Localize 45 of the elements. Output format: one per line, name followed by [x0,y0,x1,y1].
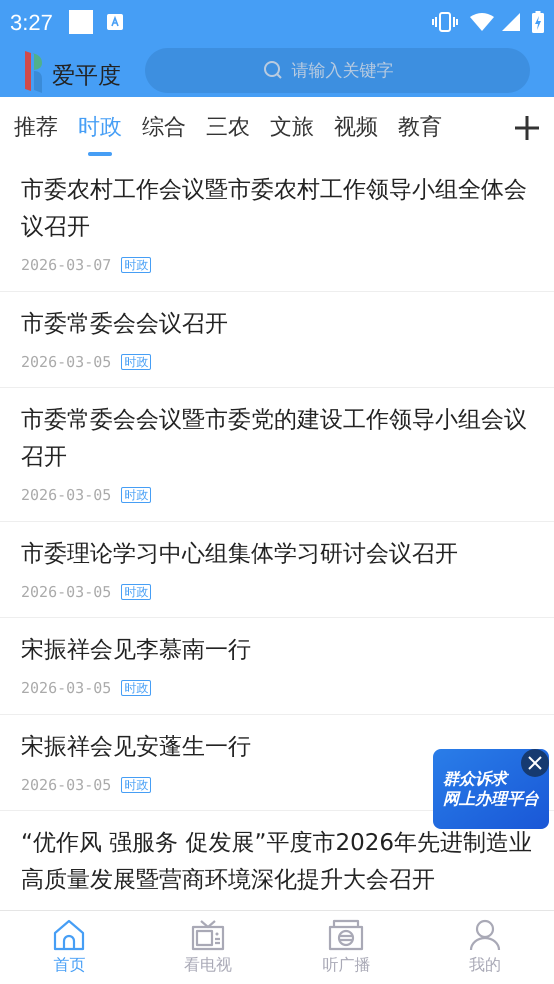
search-field[interactable]: 请输入关键字 [145,48,530,93]
tv-icon [190,918,225,950]
add-icon[interactable] [514,114,540,140]
logo-icon [24,48,44,92]
category-tag: 时政 [121,257,152,274]
category-tab[interactable]: 文旅 [270,97,314,158]
keyboard-icon [106,14,123,30]
article-date: 2026-03-05 [21,678,112,699]
article-date: 2026-03-05 [21,582,112,602]
user-icon [468,918,502,950]
wifi-icon [470,13,494,31]
category-tab[interactable]: 视频 [334,97,378,158]
category-tab[interactable]: 推荐 [14,97,58,158]
promo-banner[interactable]: 群众诉求 网上办理平台 [433,749,549,829]
home-icon [52,918,86,950]
article-title[interactable]: 市委农村工作会议暨市委农村工作领导小组全体会议召开 [21,172,540,246]
signal-icon [502,13,520,31]
category-tab[interactable]: 教育 [398,97,442,158]
notification-icon [68,10,93,34]
radio-icon [328,918,364,950]
category-tag: 时政 [121,776,152,793]
article-title[interactable]: 市委常委会会议召开 [21,306,228,342]
category-tag: 时政 [121,354,152,370]
article-title[interactable]: 宋振祥会见安蓬生一行 [21,728,251,766]
banner-text: 群众诉求 [443,769,510,789]
category-tab[interactable]: 综合 [142,97,186,158]
vibrate-icon [432,12,458,32]
tab-indicator [88,152,112,156]
close-icon[interactable] [521,749,549,777]
article-date: 2026-03-05 [21,774,112,796]
battery-icon [532,11,544,33]
status-time: 3:27 [10,8,53,36]
article-date: 2026-03-07 [21,255,112,276]
category-tab[interactable]: 三农 [206,97,250,158]
app-name: 爱平度 [52,62,121,92]
category-tag: 时政 [121,584,152,600]
article-title[interactable]: 宋振祥会见李慕南一行 [21,632,251,669]
article-title[interactable]: 市委理论学习中心组集体学习研讨会议召开 [21,536,458,572]
article-title[interactable]: 市委常委会会议暨市委党的建设工作领导小组会议召开 [21,402,540,476]
search-icon [263,60,283,80]
article-date: 2026-03-05 [21,485,112,506]
article-date: 2026-03-05 [21,352,112,372]
category-tag: 时政 [121,680,152,696]
category-tag: 时政 [121,487,152,504]
banner-text: 网上办理平台 [443,789,540,809]
